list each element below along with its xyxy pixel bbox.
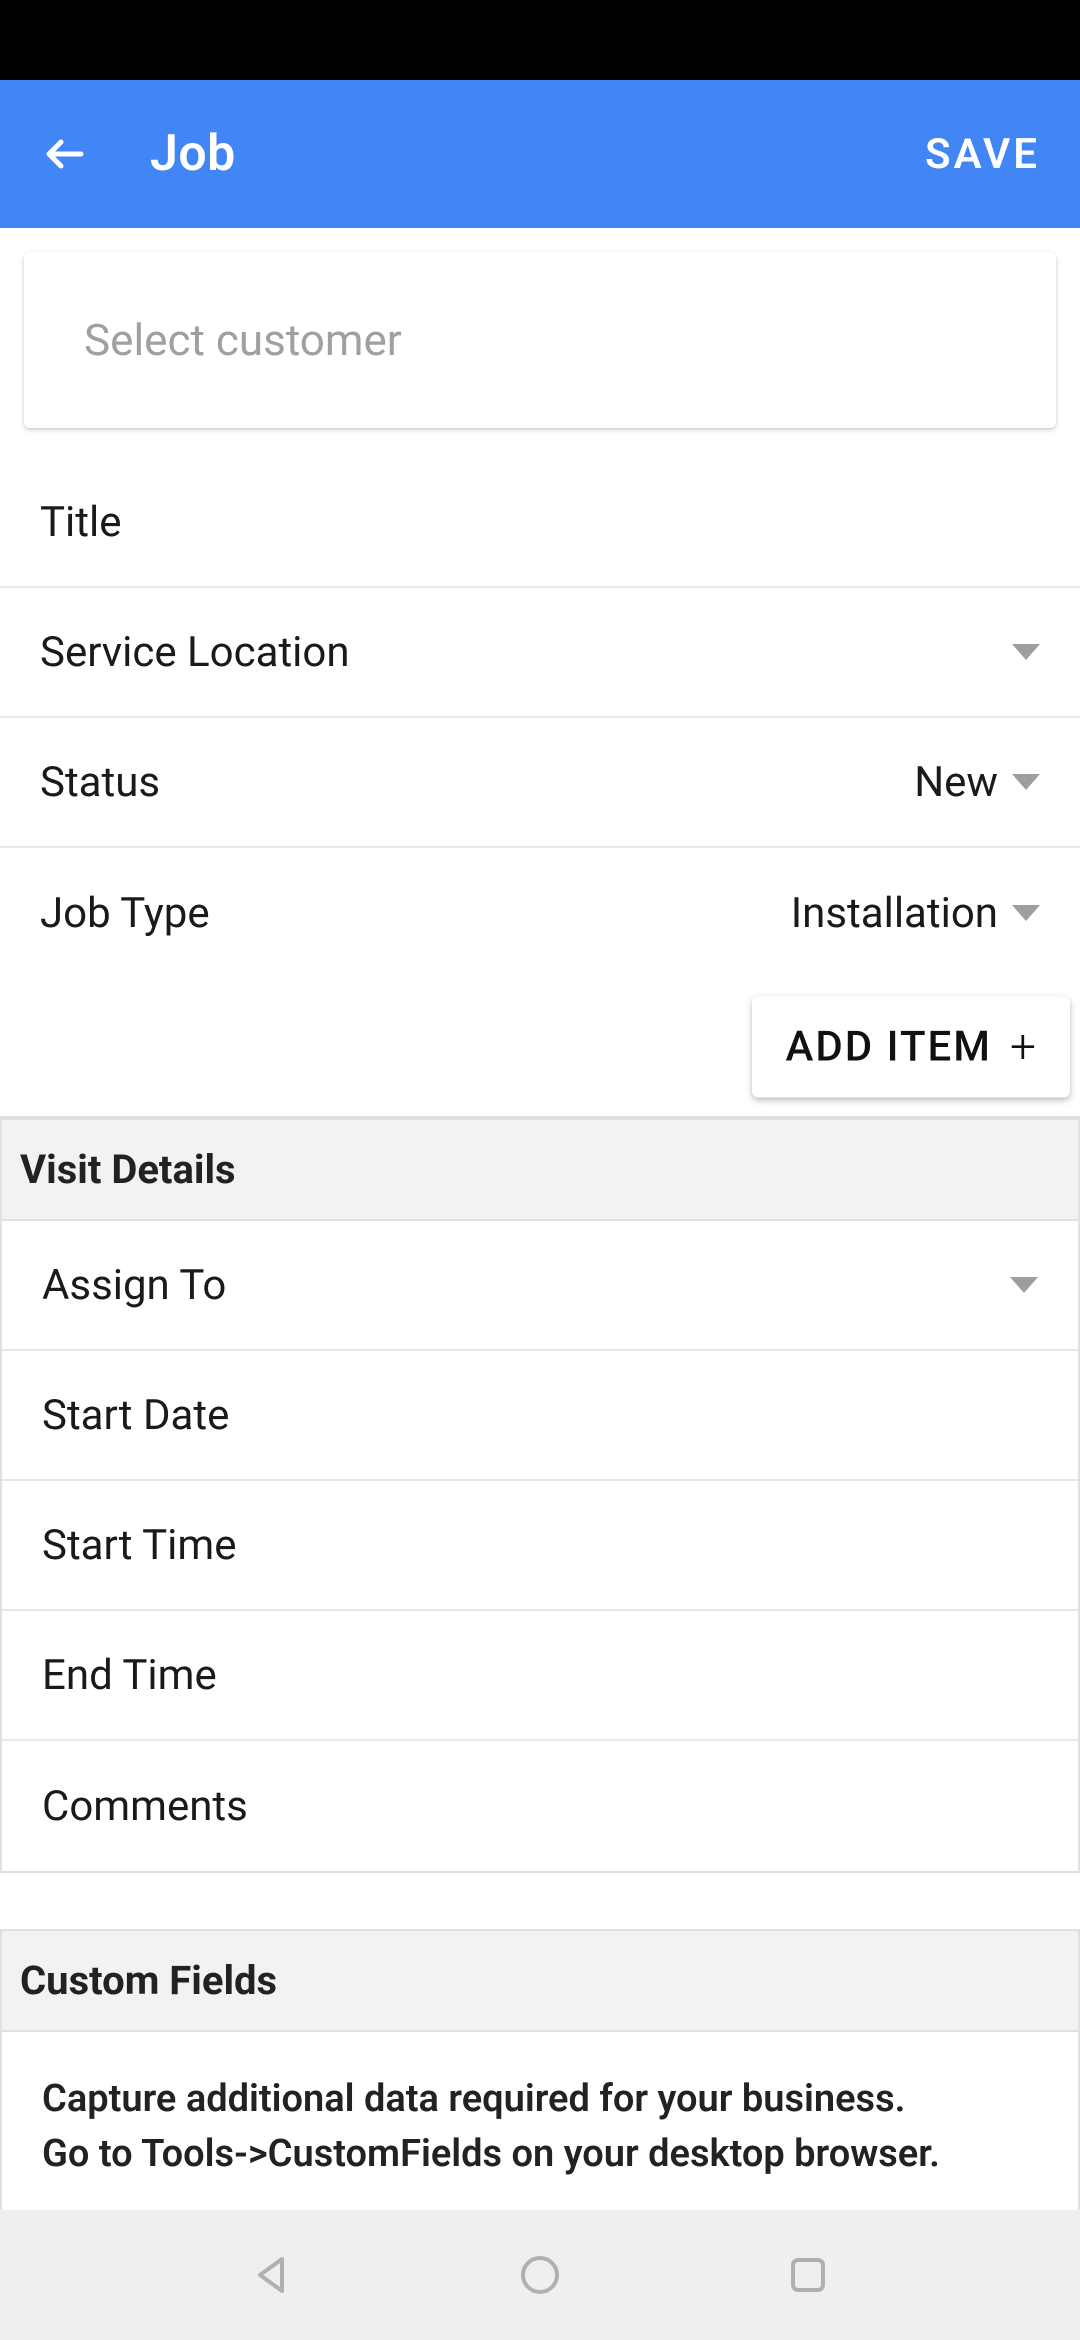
custom-fields-body: Capture additional data required for you… [2, 2032, 1078, 2222]
custom-fields-line2: Go to Tools->CustomFields on your deskto… [42, 2127, 1038, 2182]
triangle-back-icon [250, 2253, 294, 2297]
custom-fields-header: Custom Fields [2, 1931, 1078, 2032]
back-button[interactable] [40, 129, 90, 179]
comments-label: Comments [42, 1782, 1038, 1831]
nav-back-button[interactable] [248, 2251, 296, 2299]
nav-home-button[interactable] [516, 2251, 564, 2299]
chevron-down-icon [1010, 1277, 1038, 1293]
chevron-down-icon [1012, 644, 1040, 660]
chevron-down-icon [1012, 774, 1040, 790]
start-date-label: Start Date [42, 1391, 1038, 1440]
service-location-field[interactable]: Service Location [0, 588, 1080, 718]
plus-icon: + [1010, 1024, 1036, 1070]
service-location-label: Service Location [40, 628, 1012, 677]
square-recent-icon [786, 2253, 830, 2297]
section-gap [0, 1873, 1080, 1929]
job-type-value: Installation [791, 889, 998, 938]
title-field[interactable]: Title [0, 458, 1080, 588]
save-button[interactable]: SAVE [925, 130, 1040, 179]
status-bar [0, 0, 1080, 80]
start-time-label: Start Time [42, 1521, 1038, 1570]
start-date-field[interactable]: Start Date [2, 1351, 1078, 1481]
job-type-label: Job Type [40, 889, 791, 938]
arrow-left-icon [41, 130, 89, 178]
app-bar: Job SAVE [0, 80, 1080, 228]
comments-field[interactable]: Comments [2, 1741, 1078, 1871]
system-nav-bar [0, 2210, 1080, 2340]
custom-fields-line1: Capture additional data required for you… [42, 2072, 1038, 2127]
content: Select customer Title Service Location S… [0, 252, 1080, 2224]
custom-fields-section: Custom Fields Capture additional data re… [0, 1929, 1080, 2224]
start-time-field[interactable]: Start Time [2, 1481, 1078, 1611]
end-time-label: End Time [42, 1651, 1038, 1700]
visit-details-section: Visit Details Assign To Start Date Start… [0, 1118, 1080, 1873]
visit-details-header: Visit Details [2, 1120, 1078, 1221]
add-item-label: ADD ITEM [786, 1023, 992, 1072]
add-item-button[interactable]: ADD ITEM + [752, 997, 1070, 1098]
nav-recent-button[interactable] [784, 2251, 832, 2299]
title-label: Title [40, 498, 1040, 547]
assign-to-field[interactable]: Assign To [2, 1221, 1078, 1351]
status-field[interactable]: Status New [0, 718, 1080, 848]
job-type-field[interactable]: Job Type Installation [0, 848, 1080, 978]
add-item-row: ADD ITEM + [0, 978, 1080, 1118]
assign-to-label: Assign To [42, 1261, 1010, 1310]
chevron-down-icon [1012, 905, 1040, 921]
circle-home-icon [518, 2253, 562, 2297]
end-time-field[interactable]: End Time [2, 1611, 1078, 1741]
status-label: Status [40, 758, 914, 807]
select-customer-field[interactable]: Select customer [24, 252, 1056, 428]
select-customer-placeholder: Select customer [84, 314, 402, 366]
status-value: New [914, 758, 998, 807]
page-title: Job [150, 125, 925, 183]
